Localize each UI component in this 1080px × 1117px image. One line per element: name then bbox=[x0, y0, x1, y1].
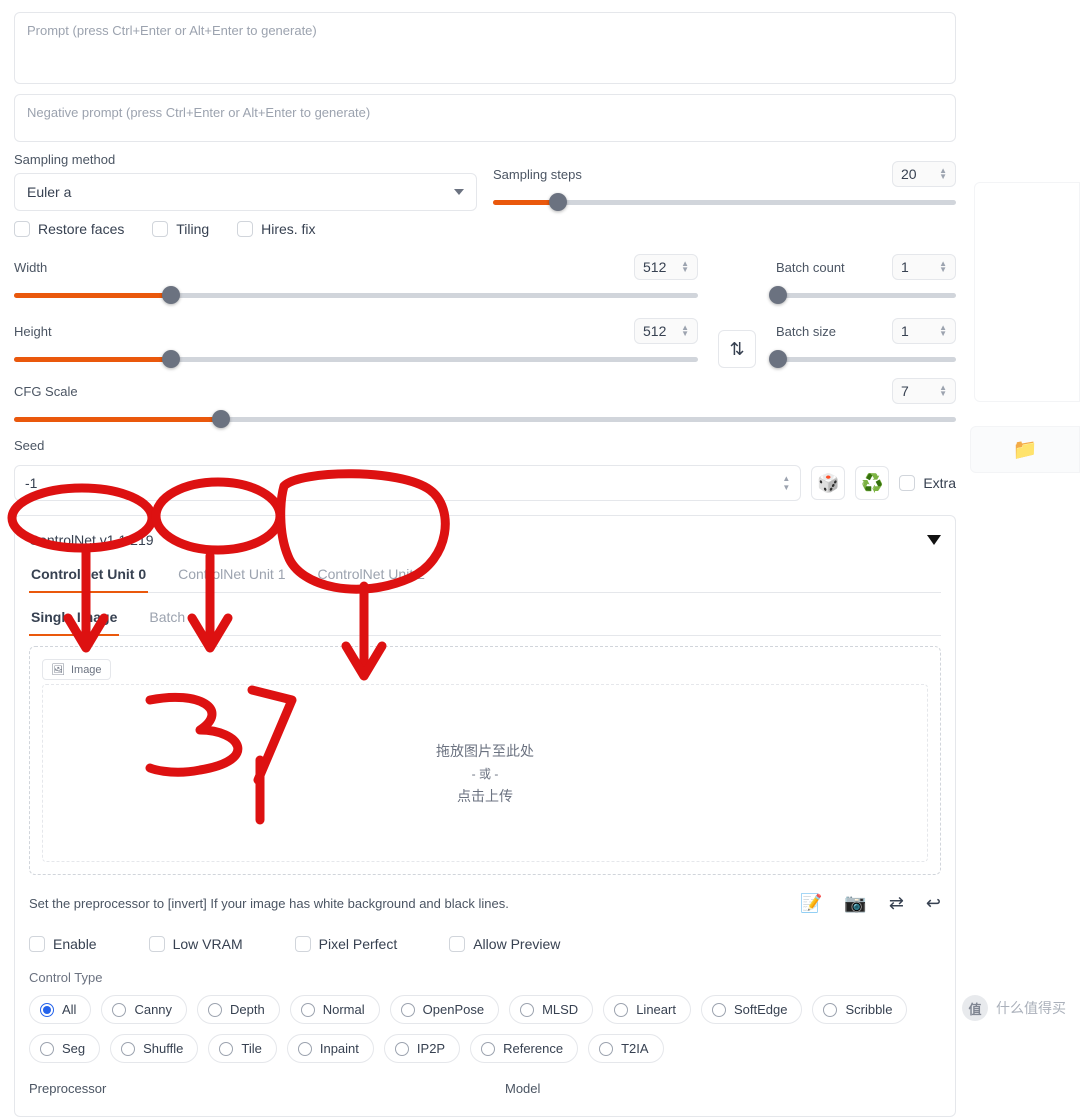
radio-icon bbox=[520, 1003, 534, 1017]
radio-icon bbox=[40, 1003, 54, 1017]
control-type-mlsd[interactable]: MLSD bbox=[509, 995, 593, 1024]
recycle-icon: ♻️ bbox=[861, 473, 883, 494]
sampling-method-select[interactable]: Euler a bbox=[14, 173, 477, 211]
extra-checkbox[interactable] bbox=[899, 475, 915, 491]
batch-count-value[interactable]: 1▲▼ bbox=[892, 254, 956, 280]
preprocessor-label: Preprocessor bbox=[29, 1081, 465, 1096]
control-type-ip2p[interactable]: IP2P bbox=[384, 1034, 460, 1063]
swap-dimensions-button[interactable]: ⇅ bbox=[718, 330, 756, 368]
model-label: Model bbox=[505, 1081, 941, 1096]
batch-size-label: Batch size bbox=[776, 324, 836, 339]
radio-icon bbox=[614, 1003, 628, 1017]
control-type-t2ia[interactable]: T2IA bbox=[588, 1034, 663, 1063]
radio-icon bbox=[712, 1003, 726, 1017]
height-value[interactable]: 512▲▼ bbox=[634, 318, 698, 344]
dice-icon: 🎲 bbox=[817, 473, 839, 494]
edit-icon[interactable]: 📝 bbox=[800, 893, 822, 914]
height-slider[interactable] bbox=[14, 350, 698, 368]
control-type-lineart[interactable]: Lineart bbox=[603, 995, 691, 1024]
watermark: 值 什么值得买 bbox=[962, 995, 1066, 1021]
sampling-steps-slider[interactable] bbox=[493, 193, 956, 211]
control-type-inpaint[interactable]: Inpaint bbox=[287, 1034, 374, 1063]
output-toolbar: 📁 bbox=[970, 426, 1080, 473]
radio-icon bbox=[219, 1042, 233, 1056]
pixel-perfect-checkbox[interactable]: Pixel Perfect bbox=[295, 936, 398, 952]
batch-size-value[interactable]: 1▲▼ bbox=[892, 318, 956, 344]
control-type-canny[interactable]: Canny bbox=[101, 995, 187, 1024]
control-type-openpose[interactable]: OpenPose bbox=[390, 995, 499, 1024]
width-label: Width bbox=[14, 260, 47, 275]
low-vram-checkbox[interactable]: Low VRAM bbox=[149, 936, 243, 952]
collapse-icon[interactable] bbox=[927, 535, 941, 545]
controlnet-title: ControlNet v1.1.219 bbox=[29, 532, 154, 548]
control-type-all[interactable]: All bbox=[29, 995, 91, 1024]
controlnet-image-dropzone[interactable]: 🖼Image 拖放图片至此处 - 或 - 点击上传 bbox=[29, 646, 941, 875]
drop-text-1: 拖放图片至此处 bbox=[436, 741, 534, 761]
batch-size-slider[interactable] bbox=[776, 350, 956, 368]
swap-icon[interactable]: ⇄ bbox=[889, 893, 904, 914]
restore-faces-checkbox[interactable]: Restore faces bbox=[14, 221, 124, 237]
control-type-shuffle[interactable]: Shuffle bbox=[110, 1034, 198, 1063]
prompt-textarea[interactable]: Prompt (press Ctrl+Enter or Alt+Enter to… bbox=[14, 12, 956, 84]
seed-input[interactable]: -1 ▲▼ bbox=[14, 465, 801, 501]
tab-controlnet-unit-1[interactable]: ControlNet Unit 1 bbox=[176, 558, 287, 592]
controlnet-accordion: ControlNet v1.1.219 ControlNet Unit 0 Co… bbox=[14, 515, 956, 1117]
drop-text-or: - 或 - bbox=[472, 765, 499, 782]
controlnet-mode-tabs: Single Image Batch bbox=[29, 601, 941, 636]
radio-icon bbox=[301, 1003, 315, 1017]
negative-prompt-textarea[interactable]: Negative prompt (press Ctrl+Enter or Alt… bbox=[14, 94, 956, 142]
width-slider[interactable] bbox=[14, 286, 698, 304]
control-type-normal[interactable]: Normal bbox=[290, 995, 380, 1024]
tab-single-image[interactable]: Single Image bbox=[29, 601, 119, 635]
allow-preview-checkbox[interactable]: Allow Preview bbox=[449, 936, 560, 952]
sampling-steps-value[interactable]: 20 ▲▼ bbox=[892, 161, 956, 187]
control-type-seg[interactable]: Seg bbox=[29, 1034, 100, 1063]
control-type-depth[interactable]: Depth bbox=[197, 995, 280, 1024]
sampling-method-label: Sampling method bbox=[14, 152, 477, 167]
radio-icon bbox=[121, 1042, 135, 1056]
control-type-reference[interactable]: Reference bbox=[470, 1034, 578, 1063]
seed-label: Seed bbox=[14, 438, 956, 453]
sampling-steps-label: Sampling steps bbox=[493, 167, 582, 182]
return-icon[interactable]: ↩ bbox=[926, 893, 941, 914]
control-type-label: Control Type bbox=[29, 970, 941, 985]
cfg-scale-value[interactable]: 7▲▼ bbox=[892, 378, 956, 404]
control-type-tile[interactable]: Tile bbox=[208, 1034, 276, 1063]
radio-icon bbox=[298, 1042, 312, 1056]
seed-recycle-button[interactable]: ♻️ bbox=[855, 466, 889, 500]
controlnet-unit-tabs: ControlNet Unit 0 ControlNet Unit 1 Cont… bbox=[29, 558, 941, 593]
tiling-checkbox[interactable]: Tiling bbox=[152, 221, 209, 237]
tab-controlnet-unit-2[interactable]: ControlNet Unit 2 bbox=[316, 558, 427, 592]
radio-icon bbox=[599, 1042, 613, 1056]
tab-controlnet-unit-0[interactable]: ControlNet Unit 0 bbox=[29, 558, 148, 592]
camera-icon[interactable]: 📷 bbox=[844, 893, 866, 914]
radio-icon bbox=[481, 1042, 495, 1056]
enable-checkbox[interactable]: Enable bbox=[29, 936, 97, 952]
image-icon: 🖼 bbox=[51, 663, 65, 676]
sampling-method-value: Euler a bbox=[27, 184, 71, 200]
radio-icon bbox=[395, 1042, 409, 1056]
folder-icon[interactable]: 📁 bbox=[1013, 437, 1038, 462]
radio-icon bbox=[112, 1003, 126, 1017]
batch-count-slider[interactable] bbox=[776, 286, 956, 304]
drop-text-2: 点击上传 bbox=[457, 786, 513, 806]
chevron-down-icon bbox=[454, 189, 464, 195]
preprocessor-hint: Set the preprocessor to [invert] If your… bbox=[29, 896, 509, 911]
radio-icon bbox=[823, 1003, 837, 1017]
output-preview bbox=[974, 182, 1080, 402]
tab-batch[interactable]: Batch bbox=[147, 601, 187, 635]
seed-random-button[interactable]: 🎲 bbox=[811, 466, 845, 500]
radio-icon bbox=[208, 1003, 222, 1017]
hires-fix-checkbox[interactable]: Hires. fix bbox=[237, 221, 315, 237]
width-value[interactable]: 512▲▼ bbox=[634, 254, 698, 280]
cfg-scale-label: CFG Scale bbox=[14, 384, 78, 399]
batch-count-label: Batch count bbox=[776, 260, 845, 275]
control-type-scribble[interactable]: Scribble bbox=[812, 995, 907, 1024]
radio-icon bbox=[401, 1003, 415, 1017]
control-type-softedge[interactable]: SoftEdge bbox=[701, 995, 803, 1024]
cfg-scale-slider[interactable] bbox=[14, 410, 956, 428]
height-label: Height bbox=[14, 324, 52, 339]
radio-icon bbox=[40, 1042, 54, 1056]
